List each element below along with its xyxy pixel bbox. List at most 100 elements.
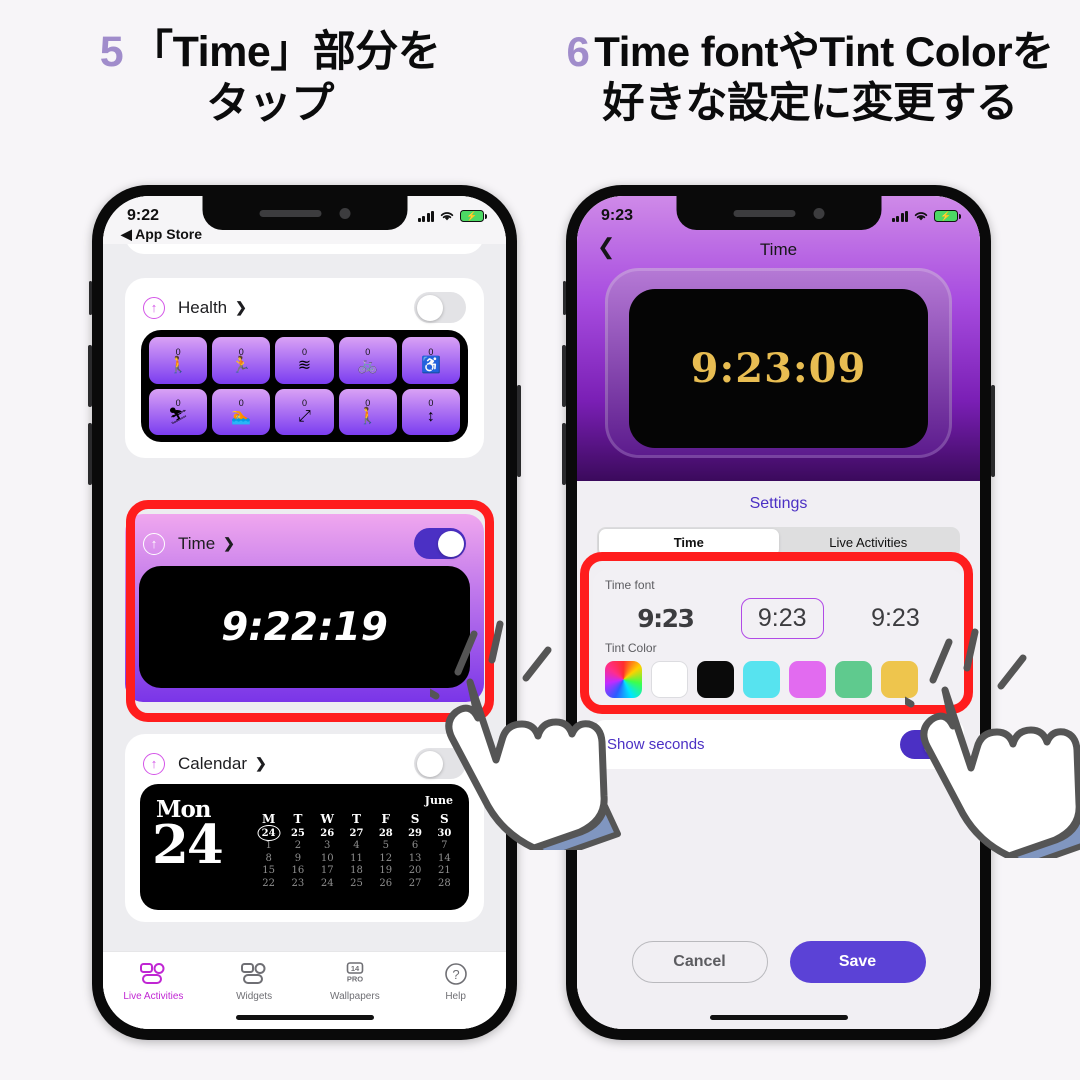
calendar-day-cell: 26 bbox=[320, 827, 335, 839]
wheelchair-run-icon: ♿ bbox=[420, 356, 441, 374]
health-toggle[interactable] bbox=[414, 292, 466, 323]
tab-label: Live Activities bbox=[123, 991, 184, 1002]
workout-count: 0 bbox=[365, 398, 371, 409]
volume-down-button[interactable] bbox=[88, 423, 92, 485]
tap-hand-cursor-left bbox=[430, 620, 621, 850]
volume-up-button[interactable] bbox=[562, 345, 566, 407]
calendar-day-cell: 11 bbox=[350, 852, 363, 864]
cancel-button[interactable]: Cancel bbox=[631, 941, 768, 983]
bottom-tab-bar: Live Activities Widgets 14 PRO Wallpaper… bbox=[103, 951, 506, 1029]
step-number-5: 5 bbox=[99, 28, 124, 76]
step-number-6: 6 bbox=[566, 28, 590, 75]
mute-switch[interactable] bbox=[89, 281, 92, 315]
calendar-header-cell: S bbox=[410, 812, 420, 826]
calendar-widget-preview: Mon 24 June M T W T F S S 24 25 26 27 28 29 30 1 2 3 4 5 6 7… bbox=[140, 784, 469, 910]
status-indicators: ⚡ bbox=[417, 210, 487, 222]
health-card-header[interactable]: ↑ Health ❯ bbox=[125, 278, 484, 329]
calendar-header-cell: M bbox=[261, 812, 276, 826]
heading-6-line2: 好きな設定に変更する bbox=[602, 79, 1018, 127]
calendar-day-cell: 9 bbox=[294, 852, 302, 864]
home-indicator[interactable] bbox=[709, 1015, 848, 1020]
signal-icon bbox=[417, 210, 434, 222]
workout-tile-cycle-icon[interactable]: 0 🚲 bbox=[338, 337, 397, 384]
calendar-day-cell: 4 bbox=[353, 840, 360, 851]
status-time: 9:23 bbox=[601, 207, 634, 224]
power-button[interactable] bbox=[991, 385, 995, 477]
workout-tile-swimmer-icon[interactable]: 0 🏊 bbox=[212, 388, 271, 435]
toggle-knob bbox=[416, 294, 443, 321]
mute-switch[interactable] bbox=[563, 281, 566, 315]
calendar-day-cell: 14 bbox=[437, 852, 451, 864]
sheet-action-buttons: Cancel Save bbox=[577, 941, 980, 983]
volume-down-button[interactable] bbox=[562, 423, 566, 485]
workout-tile-distance-icon[interactable]: 0 ⤢ bbox=[275, 388, 334, 435]
calendar-month: June bbox=[424, 794, 453, 807]
cycle-icon: 🚲 bbox=[357, 356, 378, 374]
settings-title: Settings bbox=[749, 495, 808, 512]
tab-label: Widgets bbox=[236, 991, 273, 1002]
save-button[interactable]: Save bbox=[789, 941, 926, 983]
tab-help[interactable]: ? Help bbox=[405, 960, 506, 1002]
calendar-day-cell: 20 bbox=[408, 865, 422, 876]
calendar-day-cell: 2 bbox=[294, 840, 302, 851]
signal-icon bbox=[891, 210, 908, 222]
heading-6-line1: Time fontやTint Colorを bbox=[594, 28, 1054, 75]
svg-text:14: 14 bbox=[351, 964, 360, 973]
workout-count: 0 bbox=[301, 346, 307, 357]
calendar-day-cell: 17 bbox=[320, 865, 334, 876]
steps-icon: 🚶 bbox=[357, 408, 378, 426]
workout-count: 0 bbox=[428, 346, 434, 357]
calendar-day-cell: 28 bbox=[437, 877, 451, 889]
calendar-header-cell: F bbox=[381, 812, 391, 826]
calendar-day-cell: 1 bbox=[265, 840, 272, 851]
calendar-day-cell: 23 bbox=[291, 877, 305, 889]
preview-clock: 9:23:09 bbox=[690, 345, 867, 392]
workout-tile-swim-waves-icon[interactable]: 0 ≋ bbox=[275, 337, 334, 384]
health-card[interactable]: ↑ Health ❯ 0 🚶 0 🏃 0 ≋ 0 🚲 0 ♿ 0 ⛷ 0 🏊 0 ⤢ 0 🚶 0 ↕ bbox=[125, 278, 484, 458]
calendar-day-cell: 16 bbox=[291, 865, 305, 876]
calendar-day-cell: 15 bbox=[262, 865, 275, 876]
chevron-right-icon: ❯ bbox=[255, 755, 267, 771]
time-detail-hero: ❮ Time 9:23:09 bbox=[577, 196, 980, 481]
calendar-day-cell: 29 bbox=[408, 827, 423, 839]
calendar-day-cell: 12 bbox=[379, 852, 393, 864]
home-indicator[interactable] bbox=[235, 1015, 374, 1020]
distance-icon: ⤢ bbox=[298, 408, 311, 426]
workout-tile-ski-icon[interactable]: 0 ⛷ bbox=[149, 388, 208, 435]
calendar-day-cell: 5 bbox=[382, 840, 389, 851]
workout-tile-elevation-icon[interactable]: 0 ↕ bbox=[401, 388, 460, 435]
swim-waves-icon: ≋ bbox=[297, 356, 312, 374]
swimmer-icon: 🏊 bbox=[231, 408, 252, 426]
tab-live-activities[interactable]: Live Activities bbox=[103, 960, 204, 1002]
health-label: Health bbox=[178, 297, 228, 317]
chevron-right-icon: ❯ bbox=[235, 299, 247, 315]
power-button[interactable] bbox=[517, 385, 521, 477]
calendar-grid: M T W T F S S 24 25 26 27 28 29 30 1 2 3 4 5 6 7 8 9 10 11 12 13 14… bbox=[254, 812, 459, 889]
battery-charging-bolt: ⚡ bbox=[466, 210, 478, 221]
status-indicators: ⚡ bbox=[891, 210, 961, 222]
calendar-header-cell: T bbox=[352, 812, 361, 826]
tab-widgets[interactable]: Widgets bbox=[204, 960, 305, 1002]
elevation-icon: ↕ bbox=[426, 408, 435, 426]
calendar-big-date: Mon 24 bbox=[150, 792, 254, 902]
workout-count: 0 bbox=[365, 346, 371, 357]
heading-step-6: 6 Time fontやTint Colorを 好きな設定に変更する bbox=[540, 26, 1080, 131]
workout-tile-wheelchair-run-icon[interactable]: 0 ♿ bbox=[401, 337, 460, 384]
svg-text:?: ? bbox=[452, 967, 459, 982]
share-up-icon: ↑ bbox=[143, 752, 165, 775]
earpiece-speaker-icon bbox=[733, 209, 795, 217]
battery-charging-bolt: ⚡ bbox=[940, 210, 952, 221]
question-circle-icon: ? bbox=[405, 960, 506, 988]
tap-burst-lines bbox=[430, 620, 552, 700]
tab-wallpapers[interactable]: 14 PRO Wallpapers bbox=[305, 960, 406, 1002]
workout-tile-run-icon[interactable]: 0 🏃 bbox=[212, 337, 271, 384]
workout-tile-walk-icon[interactable]: 0 🚶 bbox=[149, 337, 208, 384]
workout-tile-steps-icon[interactable]: 0 🚶 bbox=[338, 388, 397, 435]
calendar-day-cell: 25 bbox=[350, 877, 363, 889]
tab-label: Wallpapers bbox=[330, 991, 380, 1002]
volume-up-button[interactable] bbox=[88, 345, 92, 407]
calendar-day-cell: 28 bbox=[378, 827, 393, 839]
back-to-app-store-link[interactable]: ◀ App Store bbox=[121, 226, 202, 243]
workout-count: 0 bbox=[238, 398, 244, 409]
earpiece-speaker-icon bbox=[259, 209, 321, 217]
